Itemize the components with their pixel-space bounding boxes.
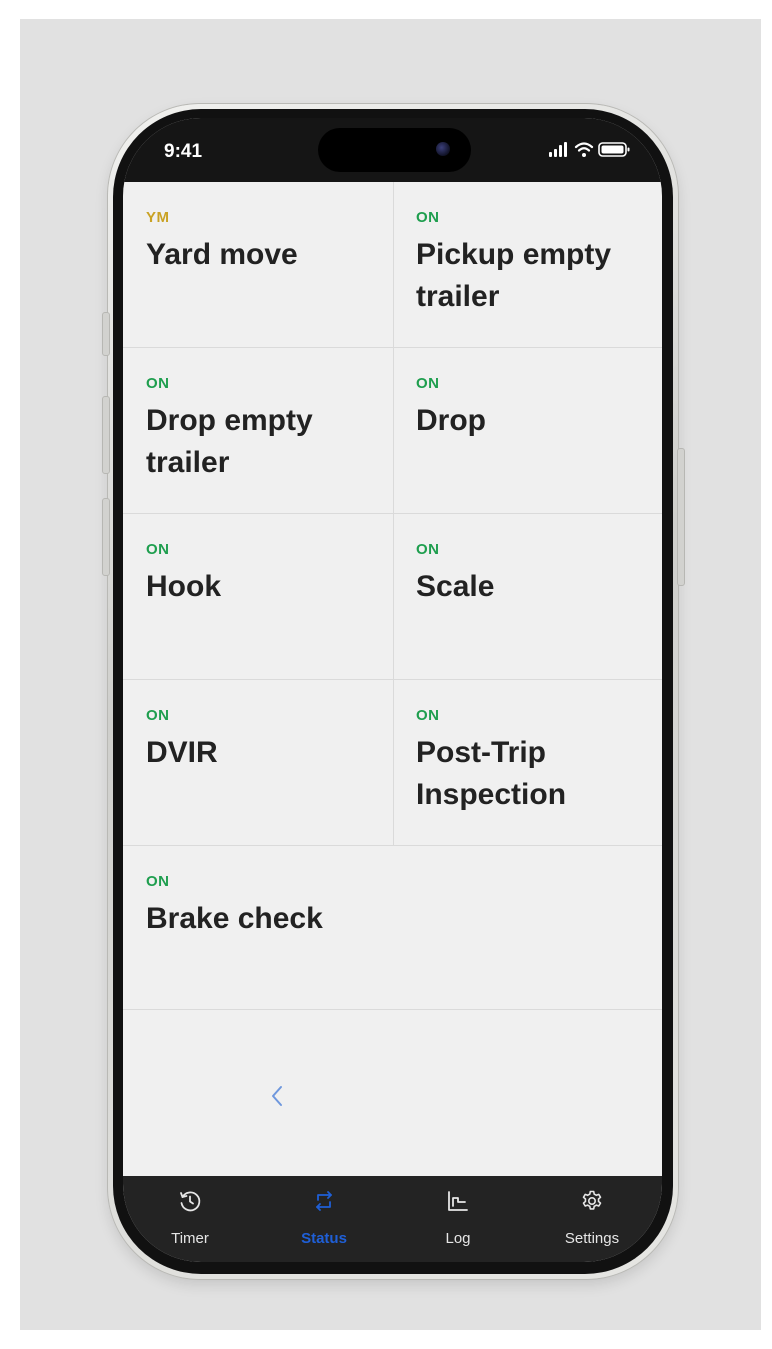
swap-arrows-icon — [316, 1191, 332, 1211]
status-option-yard-move[interactable]: YM Yard move — [123, 182, 393, 348]
status-label: Drop — [416, 404, 486, 437]
tab-timer[interactable]: Timer — [123, 1176, 257, 1262]
status-badge: YM — [146, 209, 170, 226]
status-badge: ON — [416, 541, 440, 558]
log-chart-icon — [448, 1191, 468, 1211]
tab-bar: Timer Status Log Settings — [123, 1176, 662, 1262]
status-badge: ON — [146, 707, 170, 724]
status-option-scale[interactable]: ON Scale — [393, 514, 662, 680]
status-badge: ON — [416, 707, 440, 724]
tab-label: Log — [445, 1230, 471, 1247]
wifi-icon — [574, 142, 594, 152]
tab-label: Timer — [171, 1230, 209, 1247]
status-label: Pickup empty trailer — [416, 238, 612, 313]
tab-status[interactable]: Status — [257, 1176, 391, 1262]
status-label: Brake check — [146, 902, 323, 935]
cellular-signal-icon — [549, 142, 567, 157]
status-icons — [549, 142, 630, 157]
dynamic-island — [318, 128, 471, 172]
status-badge: ON — [416, 375, 440, 392]
camera-lens — [436, 142, 450, 156]
status-bar: 9:41 — [123, 118, 662, 182]
status-option-dvir[interactable]: ON DVIR — [123, 680, 393, 846]
status-label: Drop empty trailer — [146, 404, 313, 479]
status-label: Post-Trip Inspection — [416, 736, 567, 811]
battery-icon — [598, 142, 630, 157]
status-badge: ON — [416, 209, 440, 226]
status-option-drop-empty-trailer[interactable]: ON Drop empty trailer — [123, 348, 393, 514]
status-time: 9:41 — [164, 141, 203, 162]
action-button — [102, 312, 110, 356]
history-clock-icon — [180, 1191, 201, 1212]
status-option-pickup-empty-trailer[interactable]: ON Pickup empty trailer — [393, 182, 662, 348]
tab-settings[interactable]: Settings — [525, 1176, 659, 1262]
phone-screen: 9:41 YM Yard move ON Pickup empty traile… — [123, 118, 662, 1262]
power-button — [677, 448, 685, 586]
tab-log[interactable]: Log — [391, 1176, 525, 1262]
grid-divider — [123, 1009, 662, 1010]
status-option-post-trip-inspection[interactable]: ON Post-Trip Inspection — [393, 680, 662, 846]
status-option-hook[interactable]: ON Hook — [123, 514, 393, 680]
status-label: Yard move — [146, 238, 298, 271]
status-label: Scale — [416, 570, 495, 603]
status-option-brake-check[interactable]: ON Brake check — [123, 846, 662, 1012]
status-badge: ON — [146, 541, 170, 558]
tab-label: Status — [301, 1230, 347, 1247]
status-label: DVIR — [146, 736, 218, 769]
status-label: Hook — [146, 570, 221, 603]
status-badge: ON — [146, 375, 170, 392]
grid-divider — [393, 182, 394, 846]
chevron-left-icon — [272, 1086, 282, 1106]
tab-label: Settings — [564, 1230, 620, 1247]
wifi-dot-icon — [582, 153, 586, 157]
volume-up-button — [102, 396, 110, 474]
previous-page-button[interactable] — [261, 1078, 293, 1114]
status-badge: ON — [146, 873, 170, 890]
volume-down-button — [102, 498, 110, 576]
gear-icon — [582, 1190, 602, 1210]
status-option-drop[interactable]: ON Drop — [393, 348, 662, 514]
